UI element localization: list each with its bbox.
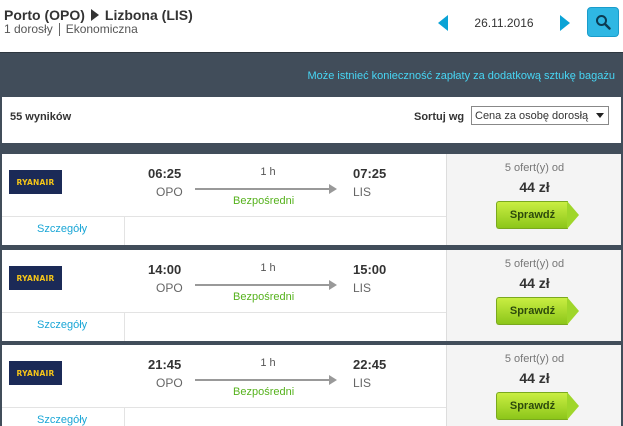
- details-link[interactable]: Szczegóły: [37, 319, 87, 331]
- airline-logo: RYANAIR: [9, 170, 62, 194]
- divider: [58, 22, 60, 36]
- next-date-button[interactable]: [555, 12, 575, 34]
- button-tip: [567, 201, 579, 229]
- offers-count: 5 ofert(y) od: [504, 353, 565, 365]
- check-offer-button[interactable]: Sprawdź: [496, 392, 580, 420]
- button-tip: [567, 392, 579, 420]
- check-offer-label: Sprawdź: [496, 392, 568, 420]
- results-toolbar: 55 wyników Sortuj wg Cena za osobę doros…: [2, 97, 621, 143]
- departure-time: 14:00: [148, 262, 182, 277]
- origin: Porto (OPO): [4, 7, 85, 23]
- arrow-right-icon: [195, 375, 337, 385]
- departure-time: 06:25: [148, 166, 182, 181]
- divider: [2, 312, 446, 313]
- flight-info: RYANAIR 21:45 OPO 1 h Bezpośredni 22:45 …: [2, 345, 446, 426]
- arrival-time: 07:25: [353, 166, 387, 181]
- divider: [2, 407, 446, 408]
- airline-name: RYANAIR: [16, 177, 55, 187]
- sort-label: Sortuj wg: [414, 111, 465, 123]
- flight-card: RYANAIR 14:00 OPO 1 h Bezpośredni 15:00 …: [2, 250, 621, 341]
- check-offer-button[interactable]: Sprawdź: [496, 201, 580, 229]
- arrival-airport: LIS: [353, 281, 372, 295]
- passengers: 1 dorosły: [4, 22, 53, 36]
- departure-airport: OPO: [156, 185, 183, 199]
- chevron-left-icon: [438, 15, 448, 31]
- airline-logo: RYANAIR: [9, 266, 62, 290]
- stops-info: Bezpośredni: [233, 195, 295, 207]
- results-count: 55 wyników: [10, 111, 72, 123]
- sort-value: Cena za osobę dorosłą: [475, 109, 589, 122]
- search-header: Porto (OPO) Lizbona (LIS) 1 dorosły Ekon…: [0, 0, 623, 52]
- check-offer-button[interactable]: Sprawdź: [496, 297, 580, 325]
- arrow-right-icon: [90, 9, 99, 21]
- destination: Lizbona (LIS): [104, 7, 193, 23]
- offers-count: 5 ofert(y) od: [504, 162, 565, 174]
- departure-time: 21:45: [148, 357, 182, 372]
- price-box: 5 ofert(y) od 44 zł Sprawdź: [446, 154, 621, 245]
- button-tip: [567, 297, 579, 325]
- divider: [2, 216, 446, 217]
- flight-info: RYANAIR 14:00 OPO 1 h Bezpośredni 15:00 …: [2, 250, 446, 341]
- departure-airport: OPO: [156, 376, 183, 390]
- arrival-time: 22:45: [353, 357, 387, 372]
- departure-airport: OPO: [156, 281, 183, 295]
- check-offer-label: Sprawdź: [496, 201, 568, 229]
- price-box: 5 ofert(y) od 44 zł Sprawdź: [446, 250, 621, 341]
- airline-name: RYANAIR: [16, 368, 55, 378]
- prev-date-button[interactable]: [433, 12, 453, 34]
- chevron-right-icon: [560, 15, 570, 31]
- search-icon: [596, 15, 611, 30]
- arrival-time: 15:00: [353, 262, 387, 277]
- flight-duration: 1 h: [260, 357, 276, 369]
- sort-select[interactable]: Cena za osobę dorosłą: [471, 106, 609, 125]
- date-field[interactable]: 26.11.2016: [459, 11, 549, 35]
- price: 44 zł: [519, 179, 550, 195]
- date-navigator: 26.11.2016: [433, 11, 575, 35]
- airline-name: RYANAIR: [16, 273, 55, 283]
- flight-card: RYANAIR 21:45 OPO 1 h Bezpośredni 22:45 …: [2, 345, 621, 426]
- flight-duration: 1 h: [260, 262, 276, 274]
- flight-card: RYANAIR 06:25 OPO 1 h Bezpośredni 07:25 …: [2, 154, 621, 245]
- price: 44 zł: [519, 275, 550, 291]
- details-link[interactable]: Szczegóły: [37, 414, 87, 426]
- trip-details: 1 dorosły Ekonomiczna: [4, 22, 138, 36]
- stops-info: Bezpośredni: [233, 291, 295, 303]
- stops-info: Bezpośredni: [233, 386, 295, 398]
- flight-duration: 1 h: [260, 166, 276, 178]
- price-box: 5 ofert(y) od 44 zł Sprawdź: [446, 345, 621, 426]
- price: 44 zł: [519, 370, 550, 386]
- offers-count: 5 ofert(y) od: [504, 258, 565, 270]
- divider: [124, 408, 125, 426]
- arrow-right-icon: [195, 280, 337, 290]
- cabin-class: Ekonomiczna: [65, 22, 138, 36]
- check-offer-label: Sprawdź: [496, 297, 568, 325]
- caret-down-icon: [596, 113, 604, 118]
- flight-info: RYANAIR 06:25 OPO 1 h Bezpośredni 07:25 …: [2, 154, 446, 245]
- search-button[interactable]: [587, 7, 619, 37]
- arrow-right-icon: [195, 184, 337, 194]
- divider: [124, 313, 125, 341]
- results-panel: Może istnieć konieczność zapłaty za doda…: [0, 52, 623, 426]
- divider: [124, 217, 125, 245]
- route-title: Porto (OPO) Lizbona (LIS): [4, 7, 193, 23]
- baggage-notice: Może istnieć konieczność zapłaty za doda…: [307, 70, 615, 82]
- arrival-airport: LIS: [353, 185, 372, 199]
- arrival-airport: LIS: [353, 376, 372, 390]
- airline-logo: RYANAIR: [9, 361, 62, 385]
- details-link[interactable]: Szczegóły: [37, 223, 87, 235]
